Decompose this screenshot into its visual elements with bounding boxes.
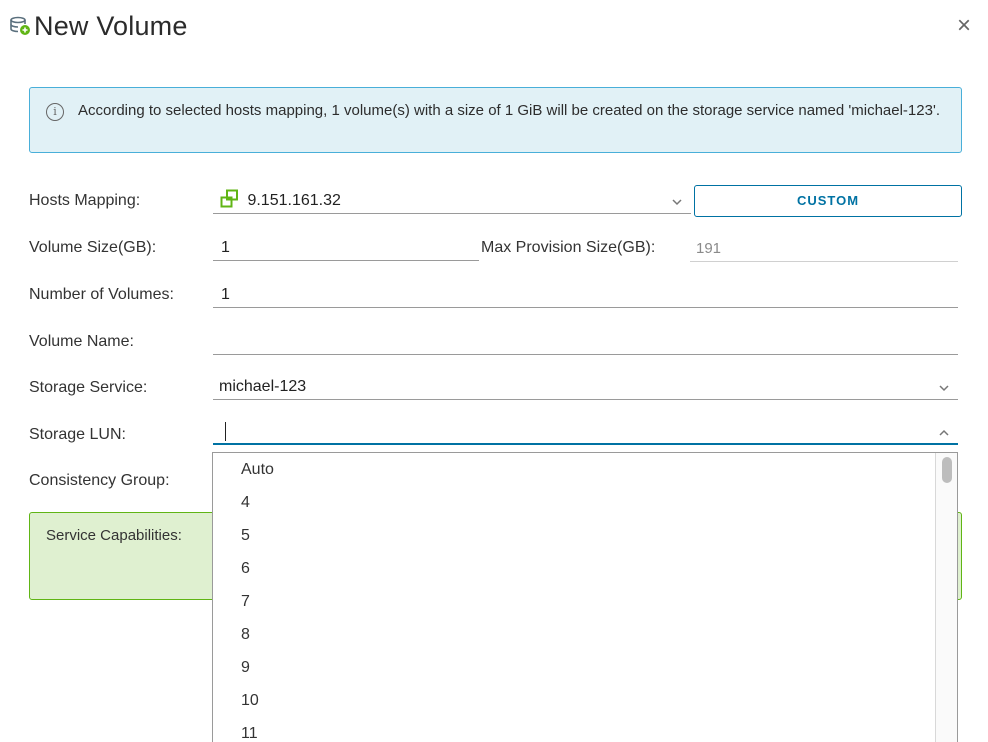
max-provision-size-label: Max Provision Size(GB): [481, 239, 656, 256]
volume-name-label: Volume Name: [29, 333, 134, 350]
custom-button[interactable]: CUSTOM [694, 185, 962, 217]
info-alert: i According to selected hosts mapping, 1… [29, 87, 962, 153]
storage-lun-combobox[interactable] [213, 421, 958, 445]
storage-lun-dropdown: Auto 4 5 6 7 8 9 10 11 [212, 452, 958, 742]
storage-service-select[interactable]: michael-123 [213, 376, 958, 400]
lun-option-9[interactable]: 9 [213, 651, 935, 684]
lun-option-10[interactable]: 10 [213, 684, 935, 717]
lun-option-5[interactable]: 5 [213, 519, 935, 552]
hosts-mapping-label: Hosts Mapping: [29, 192, 141, 209]
chevron-up-icon [938, 422, 950, 444]
chevron-down-icon [938, 377, 950, 399]
lun-option-6[interactable]: 6 [213, 552, 935, 585]
close-icon[interactable]: × [954, 14, 974, 38]
lun-option-8[interactable]: 8 [213, 618, 935, 651]
dialog-header: New Volume [8, 10, 188, 42]
consistency-group-label: Consistency Group: [29, 472, 170, 489]
scrollbar-thumb[interactable] [942, 457, 952, 483]
storage-service-label: Storage Service: [29, 379, 148, 396]
lun-option-auto[interactable]: Auto [213, 453, 935, 486]
lun-option-11[interactable]: 11 [213, 717, 935, 742]
info-alert-text: According to selected hosts mapping, 1 v… [78, 102, 940, 119]
chevron-down-icon [671, 191, 683, 213]
hosts-mapping-select[interactable]: 9.151.161.32 [213, 189, 691, 214]
storage-volume-icon [8, 14, 32, 38]
number-of-volumes-input[interactable]: 1 [213, 284, 958, 308]
hosts-mapping-value: 9.151.161.32 [247, 192, 341, 209]
service-capabilities-label: Service Capabilities: [46, 527, 182, 544]
lun-option-4[interactable]: 4 [213, 486, 935, 519]
info-icon: i [46, 103, 64, 121]
volume-size-label: Volume Size(GB): [29, 239, 157, 256]
storage-service-value: michael-123 [219, 378, 307, 395]
storage-lun-label: Storage LUN: [29, 426, 126, 443]
max-provision-size-value: 191 [690, 238, 958, 262]
storage-lun-options: Auto 4 5 6 7 8 9 10 11 [213, 453, 935, 742]
dialog-title: New Volume [34, 10, 188, 41]
number-of-volumes-label: Number of Volumes: [29, 286, 174, 303]
new-volume-dialog: New Volume × i According to selected hos… [0, 0, 988, 742]
host-cluster-icon [219, 189, 241, 209]
volume-name-input[interactable] [213, 331, 958, 355]
text-cursor [225, 422, 226, 442]
dropdown-scrollbar[interactable] [935, 453, 957, 742]
lun-option-7[interactable]: 7 [213, 585, 935, 618]
volume-size-input[interactable]: 1 [213, 237, 479, 261]
